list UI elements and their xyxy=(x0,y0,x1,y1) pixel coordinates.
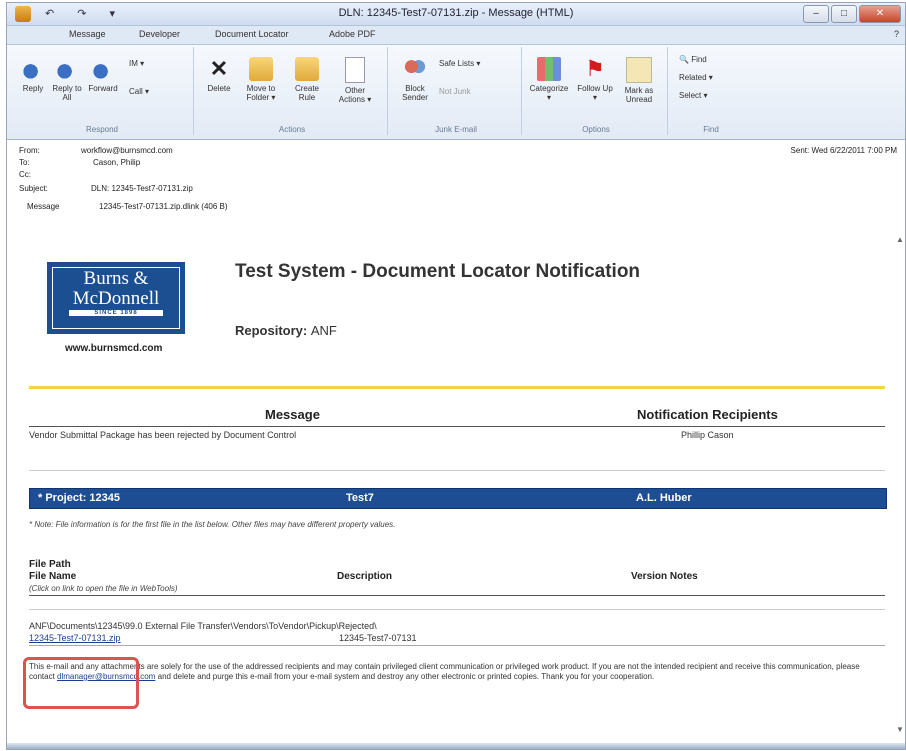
to-value[interactable]: Cason, Philip xyxy=(93,158,140,167)
delete-icon: ✕ xyxy=(209,56,229,81)
outlook-message-window: ↶ ↷ ▾ DLN: 12345-Test7-07131.zip - Messa… xyxy=(6,2,906,750)
delete-button[interactable]: ✕ Delete xyxy=(199,56,239,94)
message-heading: Message xyxy=(265,407,320,422)
categorize-icon xyxy=(537,57,561,81)
reply-all-icon xyxy=(55,57,79,81)
related-button[interactable]: Related ▾ xyxy=(679,73,713,82)
divider xyxy=(29,470,885,471)
project-person: A.L. Huber xyxy=(636,492,692,504)
subject-label: Subject: xyxy=(19,184,48,193)
im-button[interactable]: IM ▾ xyxy=(129,59,144,68)
project-label: * Project: 12345 xyxy=(38,492,120,504)
forward-button[interactable]: Forward xyxy=(83,57,123,93)
help-icon[interactable]: ? xyxy=(894,29,899,39)
binoculars-icon: 🔍 xyxy=(679,55,692,64)
document-icon xyxy=(345,57,365,83)
not-junk-button[interactable]: Not Junk xyxy=(439,87,471,96)
recipients-heading: Notification Recipients xyxy=(637,407,778,422)
block-sender-button[interactable]: Block Sender xyxy=(395,57,435,102)
tab-message[interactable]: Message xyxy=(69,29,106,39)
message-text: Vendor Submittal Package has been reject… xyxy=(29,430,297,440)
find-group-label: Find xyxy=(703,125,719,134)
recipient-name: Phillip Cason xyxy=(681,430,734,440)
scroll-up-icon[interactable]: ▲ xyxy=(896,235,904,244)
respond-group: Reply Reply to All Forward IM ▾ Call ▾ R… xyxy=(11,47,194,135)
junk-group: Block Sender Safe Lists ▾ Not Junk Junk … xyxy=(391,47,522,135)
disclaimer: This e-mail and any attachments are sole… xyxy=(29,662,860,681)
project-name: Test7 xyxy=(346,492,374,504)
version-notes-heading: Version Notes xyxy=(631,571,698,582)
title-bar: ↶ ↷ ▾ DLN: 12345-Test7-07131.zip - Messa… xyxy=(7,3,905,26)
safe-lists-button[interactable]: Safe Lists ▾ xyxy=(439,59,480,68)
scrollbar[interactable]: ▲ ▼ xyxy=(893,235,905,735)
divider xyxy=(29,645,885,646)
options-group: Categorize ▾ ⚑ Follow Up ▾ Mark as Unread… xyxy=(525,47,668,135)
respond-group-label: Respond xyxy=(85,125,119,134)
junk-group-label: Junk E-mail xyxy=(435,125,477,134)
ribbon-tabs: Message Developer Document Locator Adobe… xyxy=(7,26,905,45)
tab-developer[interactable]: Developer xyxy=(139,29,180,39)
envelope-icon xyxy=(626,57,652,83)
reply-icon xyxy=(21,57,45,81)
other-actions-button[interactable]: Other Actions ▾ xyxy=(335,57,375,104)
subject-value: DLN: 12345-Test7-07131.zip xyxy=(91,184,193,193)
cc-label: Cc: xyxy=(19,170,31,179)
folder-icon xyxy=(249,57,273,81)
rule-icon xyxy=(295,57,319,81)
maximize-icon[interactable]: □ xyxy=(831,5,857,23)
file-path: ANF\Documents\12345\99.0 External File T… xyxy=(29,621,377,631)
description-heading: Description xyxy=(337,571,393,582)
minimize-icon[interactable]: – xyxy=(803,5,829,23)
burns-mcdonnell-logo: Burns & McDonnell SINCE 1898 xyxy=(47,262,185,334)
flag-icon: ⚑ xyxy=(585,56,605,81)
file-path-heading: File Path xyxy=(29,559,71,570)
project-bar: * Project: 12345 Test7 A.L. Huber xyxy=(29,488,887,509)
file-note: * Note: File information is for the firs… xyxy=(29,520,396,529)
repository-line: Repository: ANF xyxy=(235,323,337,338)
scroll-down-icon[interactable]: ▼ xyxy=(896,725,904,734)
file-description: 12345-Test7-07131 xyxy=(339,633,417,643)
categorize-button[interactable]: Categorize ▾ xyxy=(529,57,569,102)
mark-unread-button[interactable]: Mark as Unread xyxy=(619,57,659,104)
ribbon: Reply Reply to All Forward IM ▾ Call ▾ R… xyxy=(7,45,905,140)
highlight-callout xyxy=(23,657,139,709)
actions-group: ✕ Delete Move to Folder ▾ Create Rule Oth… xyxy=(197,47,388,135)
reply-all-button[interactable]: Reply to All xyxy=(47,57,87,102)
tab-adobe-pdf[interactable]: Adobe PDF xyxy=(329,29,376,39)
create-rule-button[interactable]: Create Rule xyxy=(287,57,327,102)
divider xyxy=(29,595,885,596)
message-tab[interactable]: Message xyxy=(27,202,59,211)
message-body: Burns & McDonnell SINCE 1898 www.burnsmc… xyxy=(23,243,887,743)
follow-up-button[interactable]: ⚑ Follow Up ▾ xyxy=(575,56,615,103)
window-title: DLN: 12345-Test7-07131.zip - Message (HT… xyxy=(338,7,574,19)
status-bar xyxy=(7,743,905,749)
file-name-link[interactable]: 12345-Test7-07131.zip xyxy=(29,633,121,643)
find-button[interactable]: 🔍 Find xyxy=(679,55,707,64)
message-header: From: workflow@burnsmcd.com Sent: Wed 6/… xyxy=(7,140,905,234)
to-label: To: xyxy=(19,158,30,167)
repository-value: ANF xyxy=(310,323,337,338)
from-label: From: xyxy=(19,146,40,155)
divider xyxy=(29,426,885,427)
close-icon[interactable]: ✕ xyxy=(859,5,901,23)
tab-document-locator[interactable]: Document Locator xyxy=(215,29,289,39)
forward-icon xyxy=(91,57,115,81)
file-name-heading: File Name xyxy=(29,571,77,582)
sent-value: Sent: Wed 6/22/2011 7:00 PM xyxy=(790,146,897,155)
website-text: www.burnsmcd.com xyxy=(65,343,163,354)
block-sender-icon xyxy=(403,57,427,81)
click-hint: (Click on link to open the file in WebTo… xyxy=(29,584,178,593)
options-group-label: Options xyxy=(582,125,610,134)
divider xyxy=(29,386,885,389)
divider xyxy=(29,609,885,610)
notification-title: Test System - Document Locator Notificat… xyxy=(235,261,641,282)
call-button[interactable]: Call ▾ xyxy=(129,87,149,96)
find-group: 🔍 Find Related ▾ Select ▾ Find xyxy=(671,47,751,135)
from-value[interactable]: workflow@burnsmcd.com xyxy=(81,146,173,155)
actions-group-label: Actions xyxy=(278,125,306,134)
select-button[interactable]: Select ▾ xyxy=(679,91,707,100)
window-controls: – □ ✕ xyxy=(803,5,901,23)
attachment-link[interactable]: 12345-Test7-07131.zip.dlink (406 B) xyxy=(99,202,228,211)
move-to-folder-button[interactable]: Move to Folder ▾ xyxy=(241,57,281,102)
